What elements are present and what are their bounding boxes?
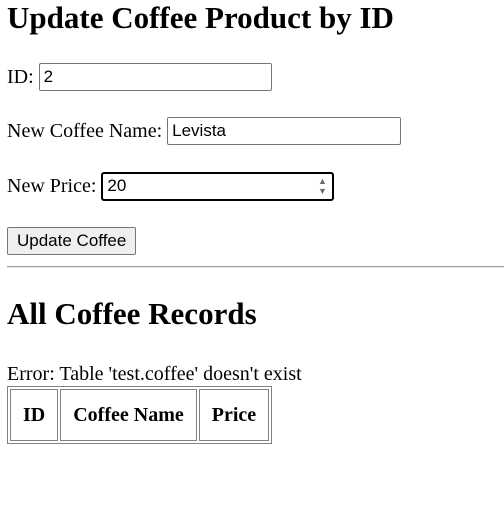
error-message: Error: Table 'test.coffee' doesn't exist [7,363,302,385]
price-spinner[interactable]: ▲ ▼ [316,176,328,196]
records-heading: All Coffee Records [7,296,257,331]
id-input-value: 2 [43,67,54,86]
column-header-coffee-name: Coffee Name [60,389,197,441]
update-coffee-button[interactable]: Update Coffee [7,227,137,255]
name-row: New Coffee Name: Levista [7,116,402,146]
price-input-value: 20 [107,176,127,195]
price-label: New Price: [7,174,97,197]
coffee-name-input[interactable]: Levista [167,117,402,145]
triangle-up-icon[interactable]: ▲ [318,177,327,186]
price-input[interactable]: 20 ▲ ▼ [101,171,335,201]
page: Update Coffee Product by ID ID: 2 New Co… [0,0,504,514]
column-header-price: Price [198,389,270,441]
id-input[interactable]: 2 [38,63,272,91]
id-row: ID: 2 [7,62,272,92]
records-table: ID Coffee Name Price [7,386,273,444]
table-header-row: ID Coffee Name Price [10,389,270,441]
column-header-id: ID [10,389,59,441]
page-title: Update Coffee Product by ID [7,0,394,35]
coffee-name-label: New Coffee Name: [7,119,163,142]
price-row: New Price: 20 ▲ ▼ [7,171,335,201]
coffee-name-input-value: Levista [172,121,227,140]
divider [7,266,504,268]
id-label: ID: [7,65,34,88]
triangle-down-icon[interactable]: ▼ [318,187,327,196]
